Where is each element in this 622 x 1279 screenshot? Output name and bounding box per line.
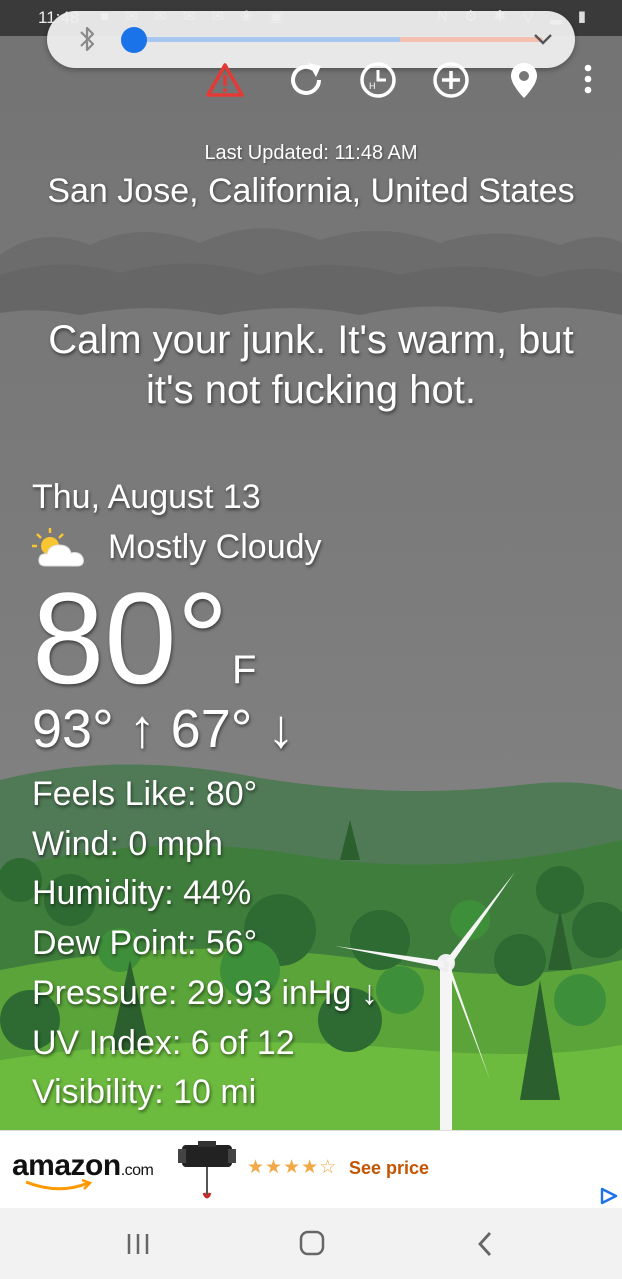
svg-text:H: H xyxy=(369,81,376,91)
pressure: Pressure: 29.93 inHg ↓ xyxy=(32,973,378,1012)
see-price-link[interactable]: See price xyxy=(349,1158,429,1179)
cloud-band xyxy=(0,228,622,315)
forecast-date: Thu, August 13 xyxy=(32,478,261,516)
amazon-brand: amazon xyxy=(12,1149,121,1182)
winch-product-image xyxy=(178,1141,236,1199)
add-location-icon[interactable] xyxy=(431,60,471,100)
visibility: Visibility: 10 mi xyxy=(32,1073,257,1112)
hourly-icon[interactable]: H xyxy=(358,60,398,100)
current-temperature: 80° xyxy=(32,565,229,711)
warning-icon[interactable] xyxy=(205,60,245,100)
condition-text: Mostly Cloudy xyxy=(108,528,322,566)
empty-star: ☆ xyxy=(319,1157,338,1178)
weather-quip: Calm your junk. It's warm, but it's not … xyxy=(48,318,574,412)
volume-track[interactable] xyxy=(133,37,543,42)
home-icon[interactable] xyxy=(292,1228,332,1260)
system-nav-bar xyxy=(0,1208,622,1279)
dew-point: Dew Point: 56° xyxy=(32,924,258,963)
location-title[interactable]: San Jose, California, United States xyxy=(0,172,622,211)
bluetooth-icon[interactable] xyxy=(77,24,97,54)
more-options-icon[interactable] xyxy=(568,60,608,100)
location-pin-icon[interactable] xyxy=(504,60,544,100)
high-low-temperature: 93° ↑ 67° ↓ xyxy=(32,699,295,759)
partly-cloudy-icon xyxy=(32,528,84,567)
amazon-suffix: .com xyxy=(120,1162,154,1179)
amazon-logo: amazon.com xyxy=(12,1149,154,1183)
refresh-icon[interactable] xyxy=(286,60,326,100)
rating-stars: ★★★★☆ xyxy=(247,1156,337,1179)
uv-index: UV Index: 6 of 12 xyxy=(32,1023,295,1062)
volume-track-fill xyxy=(133,37,400,42)
weather-details: Feels Like: 80° Wind: 0 mph Humidity: 44… xyxy=(32,770,378,1118)
ad-banner[interactable]: amazon.com ★★★★☆ See price xyxy=(0,1130,622,1208)
recent-apps-icon[interactable] xyxy=(118,1228,158,1260)
filled-stars: ★★★★ xyxy=(247,1157,320,1178)
wind: Wind: 0 mph xyxy=(32,824,223,863)
amazon-smile-icon xyxy=(25,1179,93,1191)
adchoices-icon[interactable] xyxy=(596,1186,620,1206)
temperature-unit: F xyxy=(232,648,257,692)
back-icon[interactable] xyxy=(466,1228,506,1260)
feels-like: Feels Like: 80° xyxy=(32,775,258,813)
humidity: Humidity: 44% xyxy=(32,874,252,913)
volume-slider-thumb[interactable] xyxy=(121,27,147,53)
chevron-down-icon[interactable] xyxy=(531,27,555,51)
last-updated-label: Last Updated: 11:48 AM xyxy=(204,142,418,164)
